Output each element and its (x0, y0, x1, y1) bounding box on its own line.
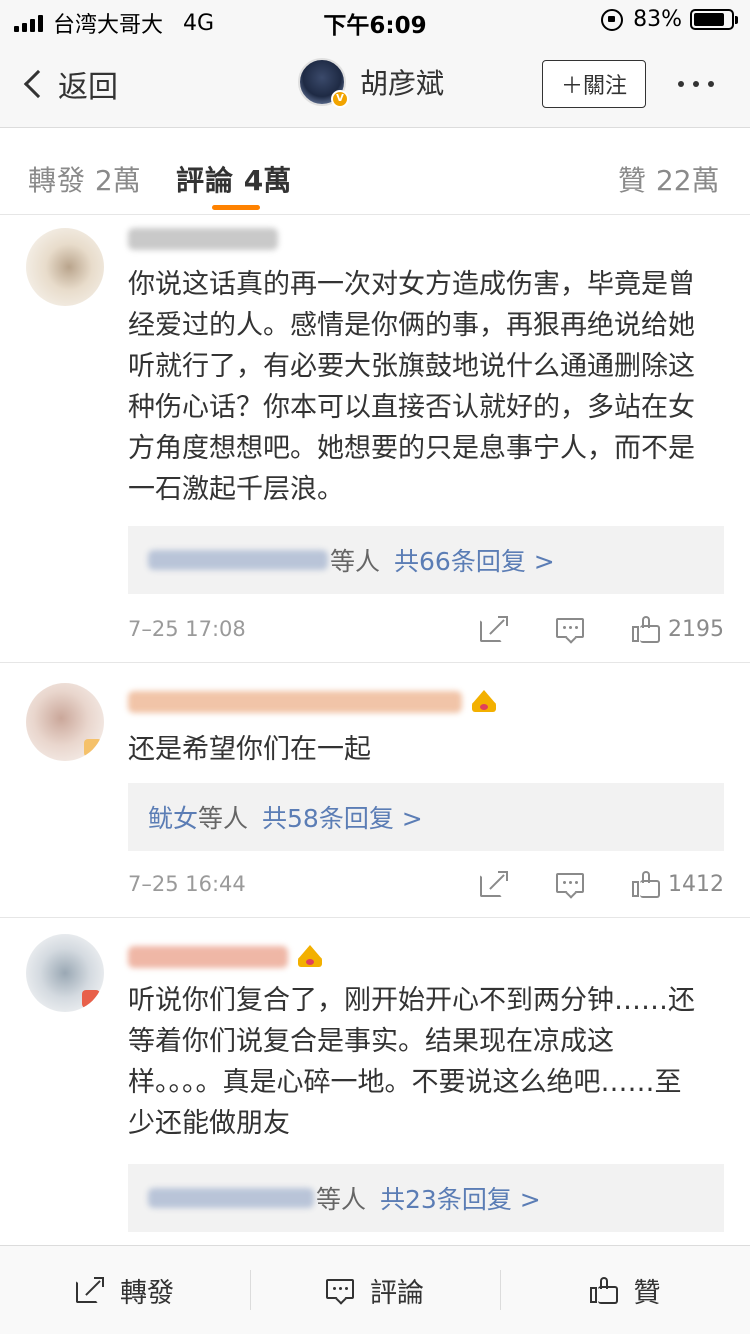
nav-user[interactable]: V 胡彦斌 (298, 58, 444, 108)
replies-names[interactable]: 鱿女 (148, 799, 198, 835)
replies-etc: 等人 (198, 804, 249, 833)
replies-etc: 等人 (330, 547, 381, 576)
crown-icon (296, 945, 324, 969)
comment-meta: 7–25 16:44 1412 (128, 869, 724, 899)
like-icon (589, 1277, 618, 1304)
tab-likes-label: 贊 (618, 164, 648, 197)
blurred-reply-names (148, 550, 328, 570)
avatar-badge (82, 990, 100, 1008)
blurred-reply-names (148, 1188, 314, 1208)
tab-repost-label: 轉發 (28, 164, 87, 197)
crown-icon (470, 690, 498, 714)
rotation-lock-icon (601, 8, 624, 31)
tab-comments-count: 4萬 (243, 164, 292, 197)
tab-comments[interactable]: 評論 4萬 (176, 159, 291, 199)
comment-text: 听说你们复合了，刚开始开心不到两分钟……还等着你们说复合是事实。结果现在凉成这样… (128, 985, 695, 1139)
battery-icon (690, 9, 738, 30)
like-count: 1412 (668, 871, 724, 897)
tab-likes-count: 22萬 (655, 164, 720, 197)
comment-icon[interactable] (556, 616, 584, 644)
replies-box[interactable]: 等人 共23条回复 > (128, 1164, 724, 1232)
comment-time: 7–25 17:08 (128, 617, 246, 641)
replies-etc: 等人 (316, 1185, 367, 1214)
comment-user-name[interactable] (128, 944, 324, 970)
like-button[interactable]: 贊 (500, 1246, 750, 1334)
more-icon[interactable] (678, 81, 714, 87)
bottom-toolbar: 轉發 評論 贊 (0, 1245, 750, 1334)
like-icon[interactable] (632, 616, 660, 643)
nav-user-name[interactable]: 胡彦斌 (360, 62, 444, 102)
replies-box[interactable]: 鱿女 等人 共58条回复 > (128, 783, 724, 851)
comment-label: 評論 (370, 1277, 424, 1309)
tab-likes[interactable]: 贊 22萬 (618, 159, 720, 199)
share-icon (76, 1277, 104, 1303)
blurred-username (128, 691, 462, 713)
comment-button[interactable]: 評論 (250, 1246, 500, 1334)
follow-button[interactable]: ＋關注 (542, 60, 646, 108)
battery-fill (694, 13, 724, 26)
comment-actions: 1412 (480, 871, 724, 899)
repost-label: 轉發 (120, 1277, 174, 1309)
back-button[interactable]: 返回 (22, 62, 118, 106)
share-icon[interactable] (480, 616, 508, 642)
verified-icon: V (331, 90, 349, 108)
blurred-username (128, 228, 278, 250)
comment-icon[interactable] (556, 871, 584, 899)
replies-box[interactable]: 等人 共66条回复 > (128, 526, 724, 594)
comment-item: 还是希望你们在一起 鱿女 等人 共58条回复 > 7–25 16:44 1412 (0, 663, 750, 917)
replies-total[interactable]: 共23条回复 > (380, 1180, 541, 1216)
comment-item: 你说这话真的再一次对女方造成伤害，毕竟是曾经爱过的人。感情是你俩的事，再狠再绝说… (0, 216, 750, 662)
tab-repost-count: 2萬 (94, 164, 141, 197)
blurred-username (128, 946, 288, 968)
avatar-badge (84, 739, 102, 757)
comment-meta: 7–25 17:08 2195 (128, 614, 724, 644)
comment-actions: 2195 (480, 616, 724, 644)
comment-user-name[interactable] (128, 689, 498, 715)
avatar[interactable] (26, 683, 104, 761)
avatar[interactable]: V (298, 58, 349, 108)
comment-time: 7–25 16:44 (128, 872, 246, 896)
battery-percent: 83% (633, 7, 682, 32)
comment-user-name[interactable] (128, 226, 278, 252)
like-count: 2195 (668, 616, 724, 642)
like-icon[interactable] (632, 871, 660, 898)
status-right: 83% (601, 7, 738, 32)
avatar[interactable] (26, 228, 104, 306)
tab-comments-label: 評論 (176, 164, 235, 197)
tab-active-indicator (212, 205, 260, 210)
tab-bar: 轉發 2萬 評論 4萬 贊 22萬 (0, 129, 750, 215)
back-label: 返回 (58, 70, 118, 105)
avatar[interactable] (26, 934, 104, 1012)
replies-total[interactable]: 共66条回复 > (394, 542, 555, 578)
comment-item: 听说你们复合了，刚开始开心不到两分钟……还等着你们说复合是事实。结果现在凉成这样… (0, 918, 750, 1244)
status-bar: 台湾大哥大 4G 下午6:09 83% (0, 0, 750, 40)
tab-repost[interactable]: 轉發 2萬 (28, 159, 141, 199)
repost-button[interactable]: 轉發 (0, 1246, 250, 1334)
share-icon[interactable] (480, 871, 508, 897)
comment-text: 你说这话真的再一次对女方造成伤害，毕竟是曾经爱过的人。感情是你俩的事，再狠再绝说… (128, 269, 695, 505)
comment-icon (326, 1277, 354, 1305)
replies-total[interactable]: 共58条回复 > (262, 799, 423, 835)
comment-text: 还是希望你们在一起 (128, 734, 371, 765)
chevron-left-icon (23, 69, 53, 99)
like-label: 贊 (633, 1277, 661, 1309)
nav-bar: 返回 V 胡彦斌 ＋關注 (0, 40, 750, 128)
